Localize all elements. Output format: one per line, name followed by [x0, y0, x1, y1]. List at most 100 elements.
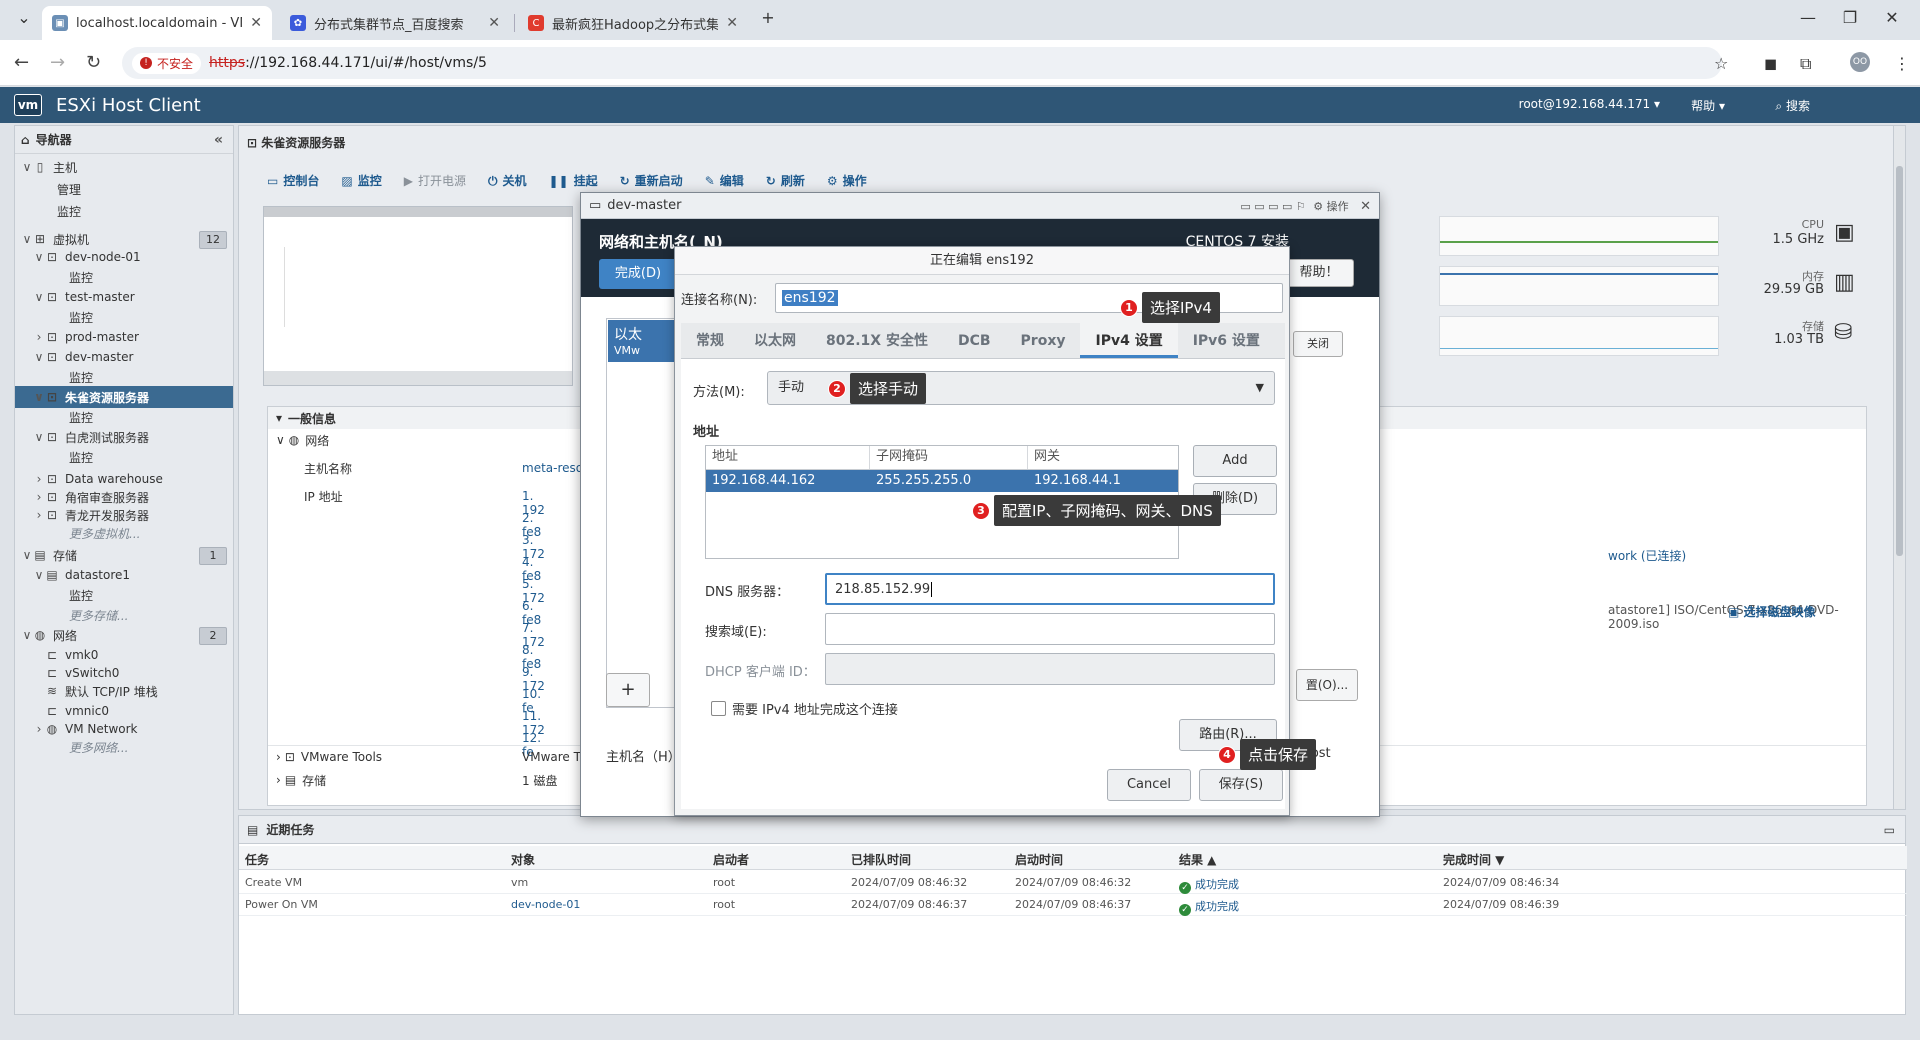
settings-tab[interactable]: DCB	[943, 323, 1006, 358]
sidebar-item[interactable]: 监控	[15, 584, 233, 606]
chevron-icon[interactable]: ›	[33, 508, 45, 522]
sidebar-item[interactable]: 监控	[15, 266, 233, 288]
checkbox-icon[interactable]	[711, 701, 726, 716]
table-row[interactable]: Power On VM dev-node-01 root 2024/07/09 08:…	[239, 894, 1907, 916]
tab-search-icon[interactable]: ⌄	[4, 8, 44, 27]
search-button[interactable]: ⌕ 搜索	[1775, 97, 1810, 114]
column-header[interactable]: 完成时间 ▼	[1443, 851, 1504, 868]
address-row[interactable]: 192.168.44.162 255.255.255.0 192.168.44.…	[706, 470, 1178, 492]
help-menu[interactable]: 帮助 ▾	[1691, 97, 1725, 114]
require-ipv4-checkbox[interactable]: 需要 IPv4 地址完成这个连接	[711, 699, 898, 718]
console-thumbnail[interactable]	[263, 206, 573, 386]
action-button[interactable]: ▶ 打开电源	[404, 172, 466, 189]
add-address-button[interactable]: Add	[1193, 445, 1277, 477]
search-domain-input[interactable]	[825, 613, 1275, 645]
window-size-icon[interactable]: ▭ ▭ ▭ ▭ ⚐	[1240, 200, 1305, 213]
sidebar-item[interactable]: 监控	[15, 200, 233, 222]
column-header[interactable]: 任务	[245, 851, 269, 868]
chevron-icon[interactable]: ›	[33, 722, 45, 736]
scrollbar-thumb[interactable]	[1896, 166, 1903, 556]
user-menu[interactable]: root@192.168.44.171 ▾	[1519, 97, 1660, 111]
browser-tab-baidu[interactable]: ✿ 分布式集群节点_百度搜索 ✕	[280, 6, 510, 40]
cancel-button[interactable]: Cancel	[1107, 769, 1191, 801]
sidebar-item[interactable]: ∨ ⊡ test-master	[15, 286, 233, 308]
action-button[interactable]: ▨ 监控	[341, 172, 381, 189]
reload-icon[interactable]: ↻	[86, 52, 101, 73]
collapse-icon[interactable]: «	[214, 132, 223, 148]
chevron-icon[interactable]: ›	[33, 330, 45, 344]
chevron-icon[interactable]: ∨	[21, 160, 33, 174]
done-button[interactable]: 完成(D)	[599, 259, 677, 289]
column-header[interactable]: 已排队时间	[851, 851, 911, 868]
dhcp-client-id-input[interactable]	[825, 653, 1275, 685]
select-iso-link[interactable]: ▣ 选择磁盘映像	[1728, 603, 1816, 620]
sidebar-item[interactable]: › ⊡ prod-master	[15, 326, 233, 348]
configure-button[interactable]: 置(O)...	[1296, 669, 1358, 701]
chevron-icon[interactable]: ∨	[33, 290, 45, 304]
browser-tab-esxi[interactable]: ▣ localhost.localdomain - VMware ✕	[42, 6, 272, 40]
table-cell-object[interactable]: vm	[511, 876, 528, 889]
dns-input[interactable]: 218.85.152.99	[825, 573, 1275, 605]
sidebar-item[interactable]: 管理	[15, 178, 233, 200]
insecure-badge[interactable]: ! 不安全	[132, 52, 202, 74]
netmask-value[interactable]: 255.255.255.0	[870, 470, 1028, 492]
sidebar-item[interactable]: 更多存储...	[15, 604, 233, 626]
sidebar-item[interactable]: 监控	[15, 306, 233, 328]
chevron-icon[interactable]: ∨	[33, 350, 45, 364]
chevron-icon[interactable]: ›	[33, 490, 45, 504]
settings-tab[interactable]: Proxy	[1006, 323, 1081, 358]
sidebar-item[interactable]: 监控	[15, 406, 233, 428]
ethernet-device-item[interactable]: 以太 VMw	[608, 320, 674, 362]
bookmark-star-icon[interactable]: ☆	[1714, 54, 1728, 73]
add-device-button[interactable]: +	[606, 673, 650, 707]
action-button[interactable]: ❚❚ 挂起	[548, 172, 597, 189]
restore-icon[interactable]: ❐	[1830, 8, 1870, 27]
close-window-icon[interactable]: ✕	[1872, 8, 1912, 27]
table-cell-object[interactable]: dev-node-01	[511, 898, 580, 911]
back-icon[interactable]: ←	[14, 52, 29, 73]
console-window-controls[interactable]: ▭ ▭ ▭ ▭ ⚐ ⚙ 操作 ✕	[1240, 198, 1371, 214]
action-button[interactable]: ↻ 刷新	[766, 172, 805, 189]
close-tab-icon[interactable]: ✕	[726, 15, 738, 31]
sidebar-item[interactable]: ∨ ⊡ 白虎测试服务器	[15, 426, 233, 448]
sidebar-item[interactable]: ∨ ▯ 主机	[15, 156, 233, 178]
close-icon[interactable]: ✕	[1360, 199, 1371, 214]
sidebar-item[interactable]: ∨ ▤ 存储 1	[15, 544, 233, 566]
sidebar-item[interactable]: ≋ 默认 TCP/IP 堆栈	[15, 680, 233, 702]
column-header[interactable]: 结果 ▲	[1179, 851, 1216, 868]
sidebar-item[interactable]: ∨ ⊡ 朱雀资源服务器	[15, 386, 233, 408]
hostname-value[interactable]: meta-reso	[522, 461, 583, 475]
sidebar-item[interactable]: 更多网络...	[15, 736, 233, 758]
sidebar-item[interactable]: ∨ ⊡ dev-master	[15, 346, 233, 368]
address-bar[interactable]: ! 不安全 https ://192.168.44.171/ui/#/host/…	[122, 47, 1722, 79]
extensions-icon[interactable]: ⧉	[1800, 54, 1811, 74]
chevron-icon[interactable]: ›	[33, 472, 45, 486]
sidebar-item[interactable]: ∨ ⊡ dev-node-01	[15, 246, 233, 268]
chevron-icon[interactable]: ∨	[21, 232, 33, 246]
chevron-icon[interactable]: ∨	[33, 250, 45, 264]
sidebar-item[interactable]: ∨ ▤ datastore1	[15, 564, 233, 586]
chevron-icon[interactable]: ∨	[33, 568, 45, 582]
console-actions-menu[interactable]: ⚙ 操作	[1313, 200, 1348, 213]
action-button[interactable]: ✎ 编辑	[705, 172, 744, 189]
settings-tab[interactable]: 以太网	[739, 323, 811, 358]
action-button[interactable]: ⚙ 操作	[827, 172, 867, 189]
forward-icon[interactable]: →	[50, 52, 65, 73]
settings-tab[interactable]: 802.1X 安全性	[811, 323, 943, 358]
vm-network-link[interactable]: work (已连接)	[1608, 547, 1686, 564]
chevron-icon[interactable]: ∨	[33, 390, 45, 404]
sidebar-item[interactable]: ∨ ◍ 网络 2	[15, 624, 233, 646]
games-icon[interactable]: ◼	[1764, 54, 1777, 73]
close-tab-icon[interactable]: ✕	[488, 15, 500, 31]
chevron-icon[interactable]: ∨	[21, 548, 33, 562]
browser-tab-csdn[interactable]: C 最新疯狂Hadoop之分布式集群 ✕	[518, 6, 748, 40]
action-button[interactable]: ↻ 重新启动	[620, 172, 683, 189]
profile-avatar[interactable]: OO	[1850, 52, 1870, 72]
settings-tab[interactable]: IPv6 设置	[1178, 323, 1275, 358]
column-header[interactable]: 启动时间	[1015, 851, 1063, 868]
chevron-icon[interactable]: ∨	[33, 430, 45, 444]
menu-kebab-icon[interactable]: ⋮	[1894, 54, 1910, 73]
sidebar-item[interactable]: 更多虚拟机...	[15, 522, 233, 544]
address-value[interactable]: 192.168.44.162	[706, 470, 870, 492]
settings-tab[interactable]: IPv4 设置	[1080, 323, 1178, 358]
